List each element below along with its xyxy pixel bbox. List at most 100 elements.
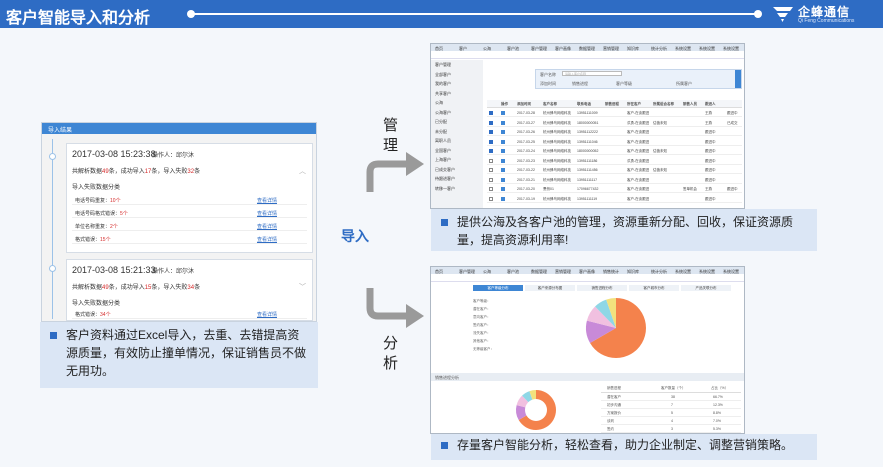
row-checkbox[interactable] — [489, 158, 493, 163]
filter-item[interactable]: 添加时间 — [540, 81, 556, 87]
table-row[interactable]: 2017-03-21 杭州蜂鸟网络科技 13951111117 客户-在谈跟进 跟进中 — [487, 176, 742, 184]
table-row[interactable]: 2017-03-25 杭州蜂鸟网络科技 13951111046 客户-在谈跟进 跟进中 — [487, 138, 742, 146]
table-cell: 2017-03-26 — [517, 130, 535, 134]
sidebar-item[interactable]: 我的客户 — [435, 81, 451, 87]
row-checkbox[interactable] — [489, 130, 493, 134]
table-row[interactable]: 2017-03-26 杭州蜂鸟网络科技 13951112222 客户-在谈跟进 跟进中 — [487, 128, 742, 136]
filter-item[interactable]: 所属客户 — [676, 81, 692, 87]
analysis-tab[interactable]: 产品关联分布 — [681, 285, 731, 291]
analyze-caption: 存量客户智能分析，轻松查看，助力企业制定、调整营销策略。 — [431, 434, 817, 460]
search-input[interactable]: 请输入客户名称 — [562, 71, 622, 76]
table-cell: 跟进中 — [705, 196, 716, 201]
import-datetime: 2017-03-08 15:21:33 — [72, 265, 156, 275]
sidebar-item[interactable]: 已成交客户 — [435, 167, 455, 173]
analysis-tab[interactable]: 客户来源分布图 — [525, 285, 575, 291]
table-cell: 2017-03-25 — [517, 139, 535, 144]
bullet-square-icon — [441, 442, 448, 449]
chevron-up-icon[interactable]: ︿ — [299, 166, 306, 176]
column-header: 客户数量（个） — [661, 386, 686, 390]
row-checkbox[interactable] — [489, 149, 493, 153]
analysis-tab[interactable]: 销售进程分布 — [577, 285, 627, 291]
filter-collapse-button[interactable] — [735, 70, 741, 88]
view-detail-link[interactable]: 查看详情 — [257, 210, 277, 217]
brand-logo: 企蜂通信 Qi Feng Communications — [772, 3, 880, 27]
row-checkbox[interactable] — [489, 196, 493, 201]
edit-icon[interactable] — [501, 187, 505, 191]
sidebar-item[interactable]: 已分配 — [435, 119, 447, 125]
row-checkbox[interactable] — [489, 177, 493, 182]
table-cell: 杭州蜂鸟网络科技 — [543, 111, 571, 115]
sidebar-item[interactable]: 未分配 — [435, 129, 447, 135]
column-header[interactable]: 所在客户 — [627, 102, 641, 107]
sidebar-item[interactable]: 离职人员 — [435, 138, 451, 144]
table-cell: 洪勇-在谈跟进 — [627, 158, 650, 163]
view-detail-link[interactable]: 查看详情 — [257, 236, 277, 243]
row-checkbox[interactable] — [489, 120, 493, 125]
column-header[interactable]: 客户名称 — [543, 102, 557, 107]
analysis-tab[interactable]: 客户城市分布 — [629, 285, 679, 291]
column-header: 占比（%） — [711, 386, 729, 390]
column-header[interactable]: 所属组合名称 — [653, 102, 674, 107]
chevron-down-icon[interactable]: ﹀ — [299, 282, 306, 292]
row-checkbox[interactable] — [489, 187, 493, 191]
sidebar-item[interactable]: 客户管理 — [435, 62, 451, 68]
edit-icon[interactable] — [501, 111, 505, 115]
sidebar-item[interactable]: 公海客户 — [435, 110, 451, 116]
table-cell: 跟进中 — [705, 149, 716, 153]
column-header[interactable]: 添加时间 — [517, 102, 531, 107]
table-row[interactable]: 2017-03-28 杭州蜂鸟网络科技 13951111009 客户-在谈跟进 王燕 跟进… — [487, 109, 742, 117]
import-datetime: 2017-03-08 15:23:38 — [72, 149, 156, 159]
table-row[interactable]: 2017-03-24 杭州蜂鸟网络科技 18000000052 客户-在谈跟进 估值未知… — [487, 147, 742, 155]
edit-icon[interactable] — [501, 120, 505, 125]
edit-icon[interactable] — [501, 168, 505, 172]
table-row[interactable]: 2017-03-20 萧然01 17096677432 客户-在谈跟进 签单机会 王燕 跟进… — [487, 185, 742, 193]
edit-icon[interactable] — [501, 158, 505, 163]
view-detail-link[interactable]: 查看详情 — [257, 197, 277, 204]
sidebar-item[interactable]: 公海 — [435, 100, 443, 106]
row-checkbox[interactable] — [489, 168, 493, 172]
table-cell: 2017-03-24 — [517, 149, 535, 153]
row-checkbox[interactable] — [489, 139, 493, 144]
column-header[interactable]: 操作 — [501, 102, 508, 107]
edit-icon[interactable] — [501, 130, 505, 134]
edit-icon[interactable] — [501, 177, 505, 182]
table-row[interactable]: 2017-03-22 杭州蜂鸟网络科技 13951111456 客户-在谈跟进 估值未知… — [487, 166, 742, 174]
table-cell: 杭州蜂鸟网络科技 — [543, 130, 571, 134]
table-cell: 13951111117 — [577, 177, 598, 182]
timeline-dot — [49, 153, 56, 160]
table-cell: 2017-03-19 — [517, 196, 535, 201]
edit-icon[interactable] — [501, 149, 505, 153]
row-checkbox[interactable] — [489, 111, 493, 115]
table-cell: 谈判 — [607, 419, 614, 423]
sidebar-item[interactable]: 全部客户 — [435, 72, 451, 78]
view-detail-link[interactable]: 查看详情 — [257, 311, 277, 318]
view-detail-link[interactable]: 查看详情 — [257, 223, 277, 230]
donut-hole — [525, 399, 547, 421]
sidebar-item[interactable]: 全国客户 — [435, 148, 451, 154]
sidebar-item[interactable]: 转移一客户 — [435, 186, 455, 192]
arrow-down-right-icon — [366, 288, 424, 328]
column-header[interactable]: 销售人员 — [683, 102, 697, 107]
filter-item[interactable]: 销售进程 — [572, 81, 588, 87]
filter-item[interactable]: 客户等级 — [616, 81, 632, 87]
import-entry: 2017-03-08 15:23:38 操作人：邱尔沐 共解析数据49条，成功导… — [66, 143, 313, 253]
import-entry: 2017-03-08 15:21:33 操作人：邱尔沐 共解析数据49条，成功导… — [66, 259, 313, 321]
column-header[interactable]: 跟进人 — [705, 102, 716, 107]
analysis-tab[interactable]: 客户等级分布 — [473, 285, 523, 291]
table-row: 签约 3 5.3% — [601, 425, 741, 433]
column-header[interactable]: 联系电话 — [577, 102, 591, 107]
progress-table-header: 销售进程 客户数量（个） 占比（%） — [601, 385, 741, 393]
sidebar-item[interactable]: 上海客户 — [435, 157, 451, 163]
table-row[interactable]: 2017-03-19 杭州蜂鸟网络科技 13951111119 客户-在谈跟进 跟进中 — [487, 195, 742, 203]
table-row[interactable]: 2017-03-23 杭州蜂鸟网络科技 13951111186 洪勇-在谈跟进 跟进中 — [487, 157, 742, 165]
sidebar-item[interactable]: 共享客户 — [435, 91, 451, 97]
table-cell: 66.7% — [713, 395, 723, 399]
timeline-line — [52, 139, 53, 319]
table-row[interactable]: 2017-03-27 杭州蜂鸟网络科技 18000000051 洪勇-在谈跟进 估值未知… — [487, 119, 742, 127]
table-cell: 跟进中 — [705, 130, 716, 134]
edit-icon[interactable] — [501, 139, 505, 144]
column-header[interactable]: 销售进程 — [605, 102, 619, 107]
sidebar-item[interactable]: 待跟进客户 — [435, 176, 455, 182]
fail-row: 电话号码格式错误：5个 查看详情 — [72, 208, 307, 218]
edit-icon[interactable] — [501, 196, 505, 201]
